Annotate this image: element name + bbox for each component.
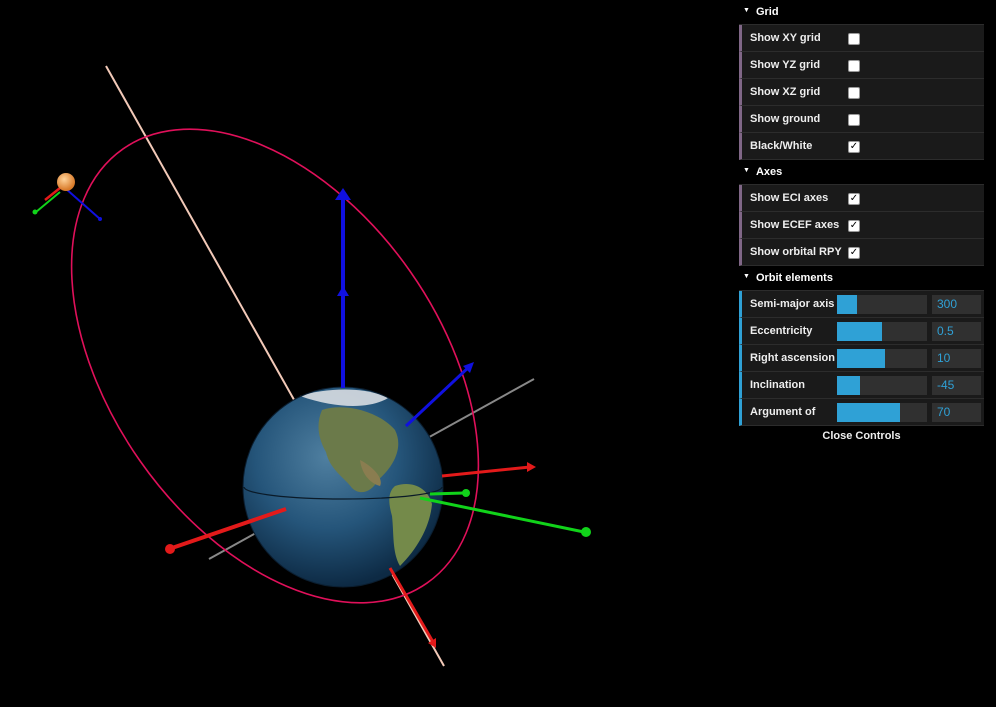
folder-title-orbit-elements[interactable]: ▼ Orbit elements <box>739 266 984 291</box>
ecef-y-axis <box>419 496 585 534</box>
control-label: Eccentricity <box>750 325 813 337</box>
sat-pitch-axis-head <box>32 209 38 215</box>
eci-z-arrowhead <box>335 188 351 200</box>
checkbox[interactable]: ✓ <box>848 141 860 153</box>
folder-title-label: Grid <box>755 6 779 18</box>
earth-globe <box>242 386 444 588</box>
control-show-ground[interactable]: Show ground <box>739 106 984 133</box>
eci-y-axis-head <box>462 489 470 497</box>
control-label: Show YZ grid <box>750 59 821 71</box>
eci-x-axis-head <box>165 544 175 554</box>
folder-title-axes[interactable]: ▼ Axes <box>739 160 984 185</box>
number-input[interactable]: 300 <box>932 295 981 314</box>
number-input[interactable]: 10 <box>932 349 981 368</box>
collapse-triangle-icon: ▼ <box>743 7 750 15</box>
slider[interactable] <box>837 322 927 341</box>
slider[interactable] <box>837 349 927 368</box>
control-argument-of-periapsis: Argument of 70 <box>739 399 984 426</box>
slider[interactable] <box>837 295 927 314</box>
checkbox[interactable]: ✓ <box>848 193 860 205</box>
slider-fill <box>837 349 885 368</box>
control-label: Show ground <box>750 113 821 125</box>
control-label: Show orbital RPY <box>750 246 842 258</box>
control-show-eci-axes[interactable]: Show ECI axes ✓ <box>739 185 984 212</box>
control-black-white[interactable]: Black/White ✓ <box>739 133 984 160</box>
sat-yaw-axis-head <box>98 217 102 221</box>
control-show-ecef-axes[interactable]: Show ECEF axes ✓ <box>739 212 984 239</box>
ecef-z-axis <box>404 364 472 428</box>
control-label: Show XZ grid <box>750 86 821 98</box>
number-input[interactable]: 0.5 <box>932 322 981 341</box>
sat-pitch-axis <box>35 191 61 213</box>
checkbox[interactable] <box>848 33 860 45</box>
control-show-orbital-rpy[interactable]: Show orbital RPY ✓ <box>739 239 984 266</box>
folder-title-grid[interactable]: ▼ Grid <box>739 0 984 25</box>
control-label: Right ascension o <box>750 352 842 364</box>
control-label: Semi-major axis <box>750 298 835 310</box>
control-label: Black/White <box>750 140 813 152</box>
checkbox[interactable] <box>848 87 860 99</box>
ecef-x-axis <box>441 465 531 478</box>
ecef-y-axis-head <box>581 527 591 537</box>
control-show-xy-grid[interactable]: Show XY grid <box>739 25 984 52</box>
collapse-triangle-icon: ▼ <box>743 273 750 281</box>
control-eccentricity: Eccentricity 0.5 <box>739 318 984 345</box>
ecef-down-axis <box>388 567 435 643</box>
ecef-x-axis-head <box>527 462 536 472</box>
slider[interactable] <box>837 403 927 422</box>
slider[interactable] <box>837 376 927 395</box>
orbit-ellipse <box>70 128 480 604</box>
control-label: Inclination <box>750 379 805 391</box>
folder-title-label: Orbit elements <box>755 272 833 284</box>
control-show-yz-grid[interactable]: Show YZ grid <box>739 52 984 79</box>
ecef-z-arrowhead <box>337 286 349 296</box>
control-show-xz-grid[interactable]: Show XZ grid <box>739 79 984 106</box>
control-label: Show ECEF axes <box>750 219 840 231</box>
slider-fill <box>837 322 882 341</box>
number-input[interactable]: 70 <box>932 403 981 422</box>
close-controls-button[interactable]: Close Controls <box>739 426 984 446</box>
sat-yaw-axis <box>64 187 101 220</box>
control-label: Show XY grid <box>750 32 821 44</box>
slider-fill <box>837 376 860 395</box>
control-right-ascension: Right ascension o 10 <box>739 345 984 372</box>
number-input[interactable]: -45 <box>932 376 981 395</box>
control-semi-major-axis: Semi-major axis 300 <box>739 291 984 318</box>
slider-fill <box>837 403 900 422</box>
checkbox[interactable] <box>848 60 860 72</box>
checkbox[interactable] <box>848 114 860 126</box>
control-label: Argument of <box>750 406 816 418</box>
slider-fill <box>837 295 857 314</box>
satellite[interactable] <box>57 173 75 191</box>
folder-title-label: Axes <box>755 166 783 178</box>
collapse-triangle-icon: ▼ <box>743 167 750 175</box>
control-inclination: Inclination -45 <box>739 372 984 399</box>
eci-y-axis <box>429 491 465 496</box>
control-label: Show ECI axes <box>750 192 829 204</box>
controls-panel: ▼ Grid Show XY grid Show YZ grid Show XZ … <box>739 0 984 446</box>
checkbox[interactable]: ✓ <box>848 220 860 232</box>
checkbox[interactable]: ✓ <box>848 247 860 259</box>
